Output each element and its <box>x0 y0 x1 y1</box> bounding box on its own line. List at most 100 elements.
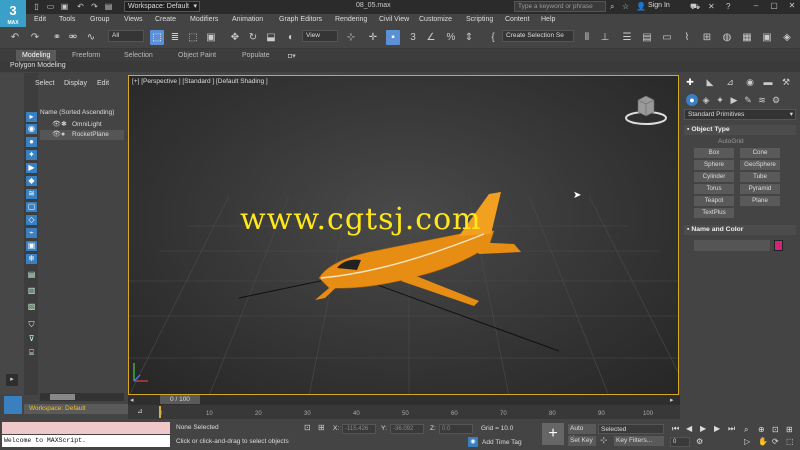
invert-display-icon[interactable]: ▧ <box>26 302 37 312</box>
eye-icon[interactable]: 👁 <box>52 130 61 140</box>
render-icon[interactable]: ◈ <box>780 30 794 45</box>
rendered-frame-icon[interactable]: ▣ <box>760 30 774 45</box>
viewport-label-menu[interactable]: [+] [Perspective ] [Standard ] [Default … <box>132 78 268 85</box>
isolate-selection-icon[interactable]: ⊡ <box>304 423 311 432</box>
create-teapot-button[interactable]: Teapot <box>694 196 734 206</box>
window-crossing-icon[interactable]: ▣ <box>204 30 218 45</box>
sign-in-button[interactable]: Sign In <box>648 2 670 9</box>
scale-icon[interactable]: ⬓ <box>264 30 278 45</box>
goto-start-icon[interactable]: ⏮ <box>672 424 679 434</box>
xref-filter-icon[interactable]: ◇ <box>26 215 37 225</box>
set-key-big-button[interactable]: + <box>542 423 564 445</box>
shapes-category-icon[interactable]: ◈ <box>700 94 712 106</box>
explorer-tab-display[interactable]: Display <box>64 80 87 87</box>
utilities-tab-icon[interactable]: ⚒ <box>780 76 792 88</box>
select-mode-icon[interactable]: ▸ <box>26 112 37 122</box>
search-icon[interactable]: ⌕ <box>610 2 614 11</box>
undo-icon[interactable]: ↶ <box>76 2 85 11</box>
next-frame-icon[interactable]: ▶ <box>714 424 720 433</box>
display-all-icon[interactable]: ▤ <box>26 270 37 280</box>
bone-filter-icon[interactable]: ⌁ <box>26 228 37 238</box>
object-type-rollout[interactable]: ▪ Object Type <box>684 125 796 135</box>
align-icon[interactable]: ⊥ <box>598 30 612 45</box>
time-config-icon[interactable]: ⚙ <box>696 437 703 446</box>
menu-animation[interactable]: Animation <box>232 16 263 23</box>
maxscript-mini-listener-input[interactable] <box>2 422 170 434</box>
orbit-icon[interactable]: ⟳ <box>772 437 779 446</box>
modify-tab-icon[interactable]: ◣ <box>704 76 716 88</box>
create-sphere-button[interactable]: Sphere <box>694 160 734 170</box>
cameras-category-icon[interactable]: ▶ <box>728 94 740 106</box>
create-box-button[interactable]: Box <box>694 148 734 158</box>
app-logo-button[interactable]: 3 MAX <box>0 0 26 27</box>
reference-coord-dropdown[interactable]: View <box>302 30 338 42</box>
percent-snap-icon[interactable]: % <box>444 30 458 45</box>
ribbon-tab-selection[interactable]: Selection <box>124 52 153 59</box>
explorer-row-rocketplane[interactable]: 👁 ● RocketPlane <box>40 130 124 140</box>
zoom-icon[interactable]: ⌕ <box>744 425 748 435</box>
ribbon-tab-populate[interactable]: Populate <box>242 52 270 59</box>
rect-selection-icon[interactable]: ⬚ <box>186 30 200 45</box>
display-tab-icon[interactable]: ▬ <box>762 76 774 88</box>
slider-next-icon[interactable]: ▸ <box>670 396 674 404</box>
slider-prev-icon[interactable]: ◂ <box>130 396 134 404</box>
menu-civil-view[interactable]: Civil View <box>379 16 409 23</box>
time-slider-track[interactable] <box>128 395 680 405</box>
object-name-field[interactable] <box>694 240 770 251</box>
time-slider-thumb[interactable]: 0 / 100 <box>160 395 200 404</box>
workspace-dropdown[interactable]: Workspace: Default ▾ <box>124 1 200 12</box>
object-color-swatch[interactable] <box>774 240 783 251</box>
absolute-mode-icon[interactable]: ⊞ <box>318 423 325 432</box>
viewcube-icon[interactable] <box>624 92 668 128</box>
selection-filter-dropdown[interactable]: All <box>108 30 144 42</box>
render-setup-icon[interactable]: ▦ <box>740 30 754 45</box>
angle-snap-icon[interactable]: ∠ <box>424 30 438 45</box>
frozen-filter-icon[interactable]: ❄ <box>26 254 37 264</box>
auto-key-button[interactable]: Auto Key <box>568 424 596 442</box>
menu-group[interactable]: Group <box>90 16 109 23</box>
geometry-filter-icon[interactable]: ● <box>26 137 37 147</box>
create-cylinder-button[interactable]: Cylinder <box>694 172 734 182</box>
x-coord-field[interactable]: -115.426 <box>342 424 376 434</box>
polygon-modeling-label[interactable]: Polygon Modeling <box>10 62 66 69</box>
menu-create[interactable]: Create <box>155 16 176 23</box>
pan-icon[interactable]: ✋ <box>758 437 768 446</box>
maximize-viewport-icon[interactable]: ⬚ <box>786 437 794 446</box>
spacewarps-category-icon[interactable]: ≋ <box>756 94 768 106</box>
snaps-toggle-icon[interactable]: 3 <box>406 30 420 45</box>
ribbon-options-icon[interactable]: ◘▾ <box>288 52 296 60</box>
zoom-extents-icon[interactable]: ⊡ <box>772 425 779 434</box>
redo-icon[interactable]: ↷ <box>90 2 99 11</box>
select-by-name-icon[interactable]: ≣ <box>168 30 182 45</box>
menu-views[interactable]: Views <box>124 16 143 23</box>
systems-category-icon[interactable]: ⚙ <box>770 94 782 106</box>
menu-scripting[interactable]: Scripting <box>466 16 493 23</box>
manage-layers-icon[interactable]: ⌸ <box>26 348 37 358</box>
find-filter-icon[interactable]: ⊽ <box>26 334 37 344</box>
set-key-button[interactable]: Set Key <box>568 436 596 446</box>
explorer-column-header[interactable]: Name (Sorted Ascending) <box>40 109 114 116</box>
helpers-category-icon[interactable]: ✎ <box>742 94 754 106</box>
create-torus-button[interactable]: Torus <box>694 184 734 194</box>
create-geosphere-button[interactable]: GeoSphere <box>740 160 780 170</box>
expand-arrow-icon[interactable]: ▸ <box>6 374 18 386</box>
ribbon-tab-modeling[interactable]: Modeling <box>22 52 50 59</box>
camera-filter-icon[interactable]: ▶ <box>26 163 37 173</box>
add-time-tag-button[interactable]: Add Time Tag <box>482 439 522 446</box>
ribbon-toggle-icon[interactable]: ▭ <box>660 30 674 45</box>
named-selection-dropdown[interactable]: Create Selection Se <box>502 30 574 42</box>
new-file-icon[interactable]: ▯ <box>32 2 41 11</box>
helper-filter-icon[interactable]: ◆ <box>26 176 37 186</box>
autogrid-checkbox[interactable]: AutoGrid <box>718 138 744 145</box>
menu-edit[interactable]: Edit <box>34 16 46 23</box>
help-icon[interactable]: ? <box>726 2 730 11</box>
ribbon-tab-object-paint[interactable]: Object Paint <box>178 52 216 59</box>
pivot-center-icon[interactable]: ⊹ <box>344 30 358 45</box>
y-coord-field[interactable]: -36.092 <box>390 424 424 434</box>
create-tube-button[interactable]: Tube <box>740 172 780 182</box>
group-filter-icon[interactable]: ▢ <box>26 202 37 212</box>
select-manipulate-icon[interactable]: ✛ <box>366 30 380 45</box>
scene-explorer-icon[interactable]: ☰ <box>620 30 634 45</box>
hierarchy-tab-icon[interactable]: ⊿ <box>724 76 736 88</box>
select-object-icon[interactable]: ⬚ <box>150 30 164 45</box>
